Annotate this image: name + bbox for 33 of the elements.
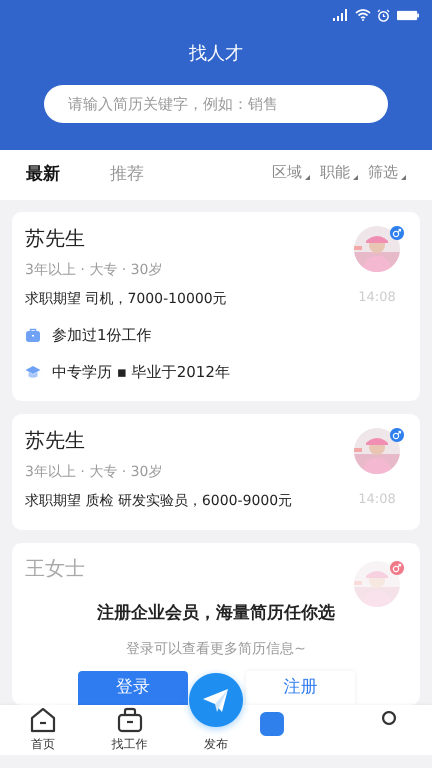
register-button[interactable]: 注册 — [246, 670, 355, 704]
nav-tab[interactable]: 发布 — [204, 735, 228, 753]
dropdown-caret-icon — [353, 175, 358, 180]
detail-text: 中专学历 ▪ 毕业于2012年 — [52, 362, 230, 382]
graduation-cap-icon — [25, 364, 41, 380]
job-expectation: 求职期望 司机，7000-10000元 — [25, 290, 228, 309]
dropdown-caret-icon — [305, 175, 310, 180]
candidate-meta: 3年以上 · 大专 · 30岁 — [25, 463, 164, 482]
filter-dropdown[interactable]: 筛选 — [368, 160, 406, 184]
briefcase-icon — [25, 327, 41, 344]
tab[interactable]: 最新 — [26, 162, 60, 188]
login-button[interactable]: 登录 — [78, 670, 188, 704]
nav-tab[interactable]: 找工作 — [86, 705, 173, 755]
signal-icon — [333, 9, 349, 21]
nav-tab[interactable]: 首页 — [0, 705, 86, 755]
briefcase-icon — [116, 707, 143, 733]
prompt-title: 注册企业会员，海量简历任你选 — [96, 602, 336, 625]
candidate-name: 苏先生 — [25, 225, 86, 252]
alarm-icon — [377, 8, 390, 22]
detail-text: 参加过1份工作 — [52, 325, 152, 346]
prompt-subtitle: 登录可以查看更多简历信息~ — [125, 640, 307, 658]
candidate-name: 王女士 — [25, 556, 85, 580]
page-title: 找人才 — [189, 42, 243, 66]
wifi-icon — [355, 9, 371, 21]
filter-dropdown[interactable]: 职能 — [320, 160, 358, 184]
dropdown-caret-icon — [401, 175, 406, 180]
candidate-meta: 3年以上 · 大专 · 30岁 — [25, 261, 164, 280]
candidate-name: 苏先生 — [25, 427, 86, 454]
home-icon — [30, 707, 56, 733]
job-expectation: 求职期望 质检 研发实验员，6000-9000元 — [25, 492, 294, 511]
filter-dropdown[interactable]: 区域 — [272, 160, 310, 184]
search-field[interactable]: 请输入简历关键字，例如：销售 — [44, 85, 388, 123]
battery-icon — [396, 10, 420, 20]
